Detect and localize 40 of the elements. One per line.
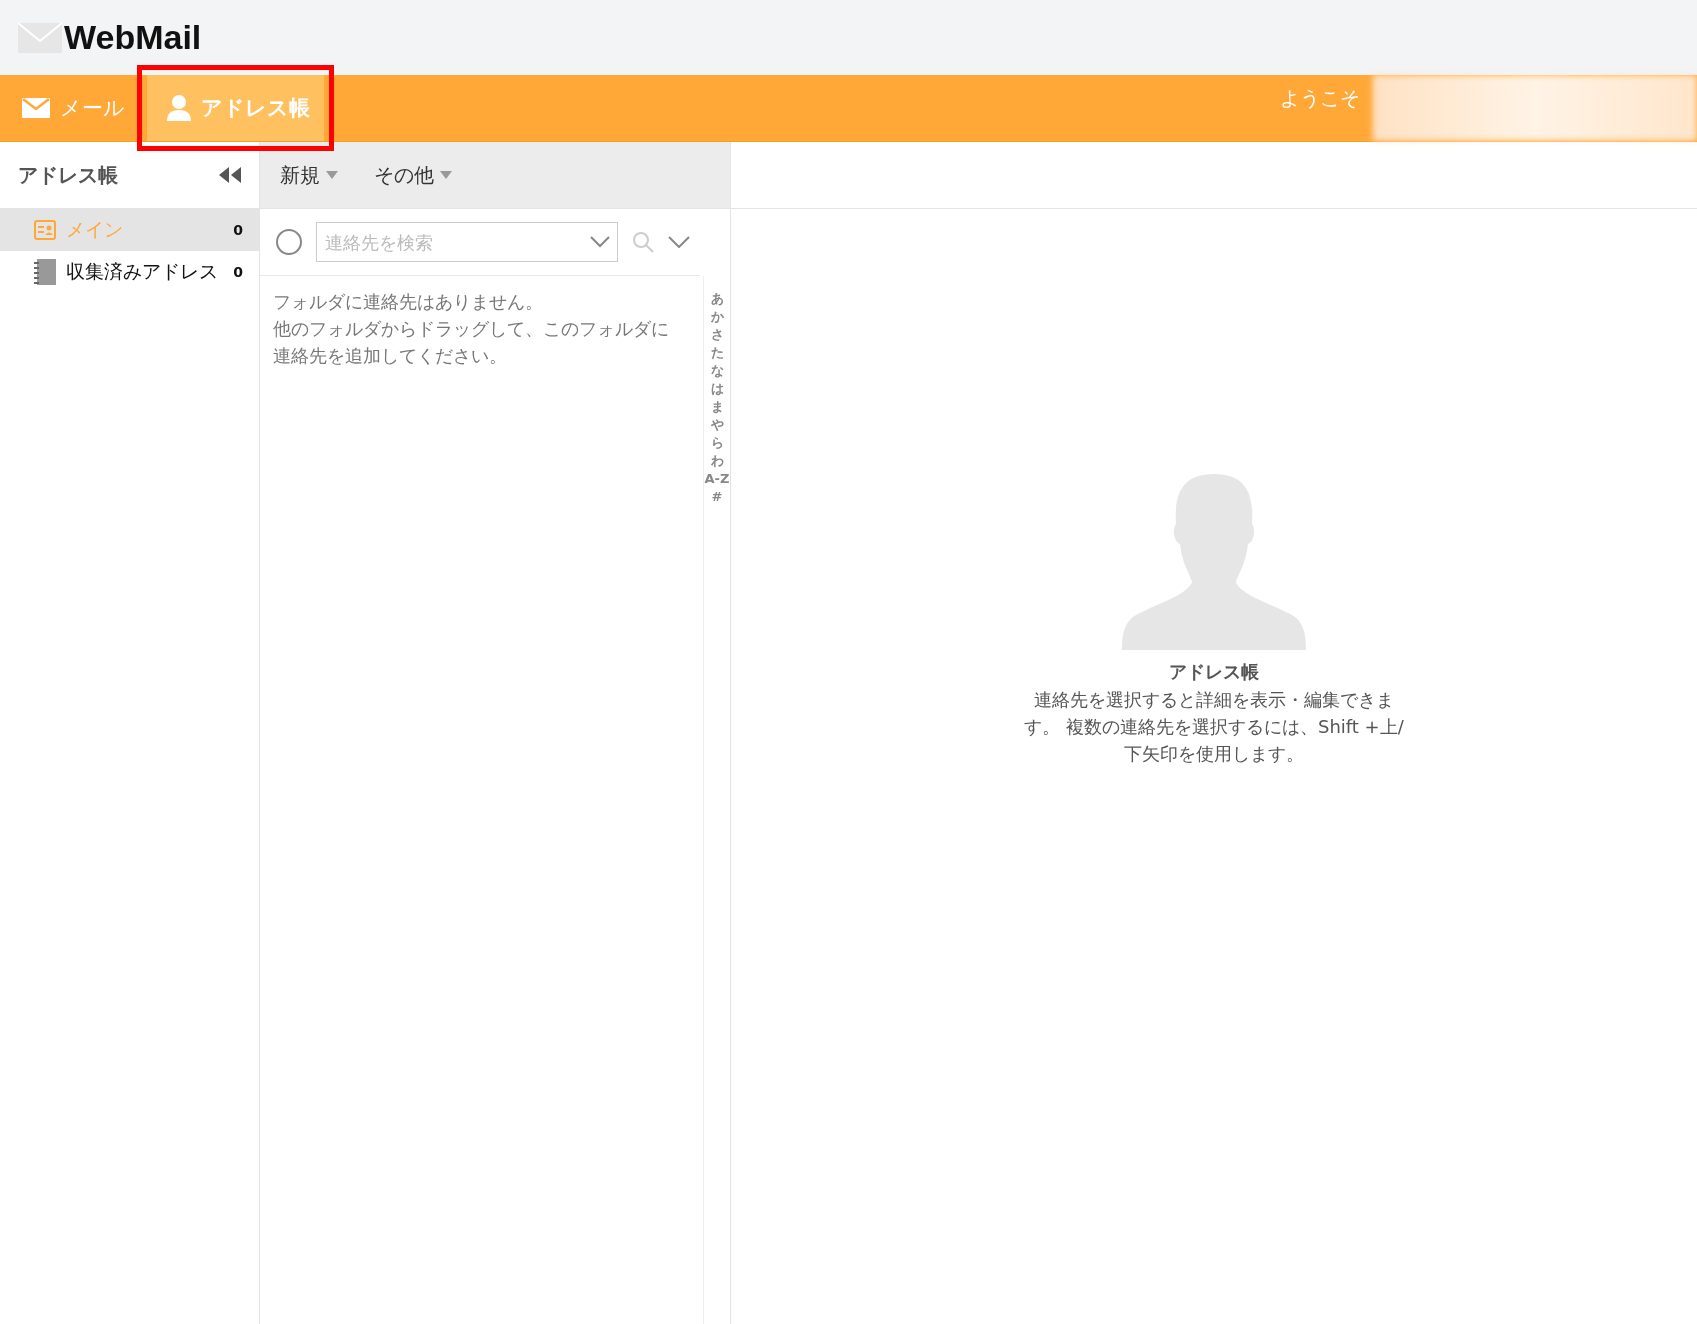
index-letter[interactable]: か: [710, 308, 724, 326]
index-letter[interactable]: A-Z: [704, 470, 730, 488]
toolbar-button[interactable]: 新規: [280, 161, 338, 189]
chevron-down-icon[interactable]: [668, 236, 690, 248]
index-letter[interactable]: や: [710, 416, 724, 434]
index-letter[interactable]: な: [710, 362, 724, 380]
index-letter[interactable]: ら: [710, 434, 724, 452]
folder-item[interactable]: メイン 0: [0, 209, 259, 251]
select-all-radio[interactable]: [276, 229, 302, 255]
detail-message: 連絡先を選択すると詳細を表示・編集できます。 複数の連絡先を選択するには、Shift +上/下矢印を使用します。: [1024, 688, 1404, 766]
logo: WebMail: [64, 18, 202, 57]
person-silhouette-icon: [1122, 474, 1306, 650]
sidebar-title: アドレス帳: [18, 161, 118, 189]
index-letter[interactable]: は: [710, 380, 724, 398]
collapse-icon[interactable]: [219, 167, 241, 183]
detail-title: アドレス帳: [1169, 660, 1259, 684]
person-icon: [167, 95, 191, 121]
folder-label: 収集済みアドレス: [66, 259, 219, 284]
folder-item[interactable]: 収集済みアドレス 0: [0, 251, 259, 293]
nav-tab[interactable]: メール: [0, 75, 135, 141]
search-field[interactable]: 連絡先を検索: [316, 222, 618, 262]
index-letter[interactable]: わ: [710, 452, 724, 470]
index-letter[interactable]: #: [711, 488, 723, 506]
notebook-icon: [34, 259, 56, 285]
contact-card-icon: [34, 220, 56, 240]
folder-count: 0: [233, 222, 243, 238]
index-letter[interactable]: あ: [710, 290, 724, 308]
envelope-logo-icon: [18, 22, 62, 53]
folder-label: メイン: [66, 217, 124, 242]
welcome-text: ようこそ: [1280, 85, 1360, 112]
empty-message: フォルダに連絡先はありません。 他のフォルダからドラッグして、このフォルダに 連絡先を追加してください。: [273, 290, 670, 368]
index-letter[interactable]: ま: [710, 398, 724, 416]
index-letter[interactable]: さ: [710, 326, 724, 344]
caret-icon: [440, 171, 452, 179]
caret-icon: [326, 171, 338, 179]
chevron-down-icon[interactable]: [590, 236, 610, 248]
folder-count: 0: [233, 264, 243, 280]
index-letter[interactable]: た: [710, 344, 724, 362]
toolbar-button[interactable]: その他: [374, 161, 452, 189]
envelope-icon: [22, 98, 50, 118]
